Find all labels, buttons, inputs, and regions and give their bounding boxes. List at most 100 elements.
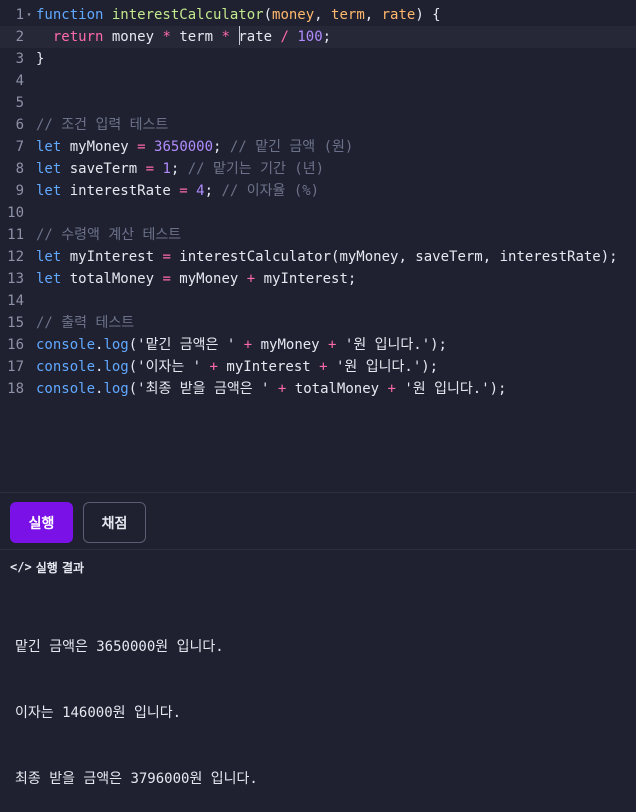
code-line[interactable]: 12 let myInterest = interestCalculator(my… [0, 246, 636, 268]
code-icon: </> [10, 560, 32, 574]
code-token: let [36, 183, 70, 199]
code-token: = [162, 271, 171, 287]
grade-button[interactable]: 채점 [83, 502, 146, 543]
code-token: ('최종 받을 금액은 ' [128, 381, 278, 397]
code-line[interactable]: 18 console.log('최종 받을 금액은 ' + totalMoney … [0, 378, 636, 400]
line-number: 9 [15, 183, 24, 199]
fold-arrow-icon[interactable]: ▾ [24, 4, 34, 26]
code-token: let [36, 271, 70, 287]
code-line[interactable]: 1 ▾ function interestCalculator(money, ter… [0, 4, 636, 26]
line-number: 10 [7, 205, 24, 221]
output-line: 최종 받을 금액은 3796000원 입니다. [15, 771, 258, 787]
line-number: 5 [15, 95, 24, 111]
code-text: function interestCalculator(money, term,… [36, 4, 441, 26]
code-token: 1 [162, 161, 171, 177]
code-token: myMoney [69, 139, 138, 155]
text-cursor [239, 26, 240, 45]
code-token: , [364, 7, 382, 23]
code-token: myMoney [170, 271, 247, 287]
code-token: totalMoney [69, 271, 163, 287]
code-token: money [272, 7, 315, 23]
code-token: // 맡긴 금액 (원) [229, 139, 354, 155]
code-token: // 조건 입력 테스트 [36, 117, 169, 133]
code-token: = [162, 249, 171, 265]
code-line[interactable]: 10 [0, 202, 636, 224]
code-token: ('이자는 ' [128, 359, 210, 375]
code-token: + [319, 359, 328, 375]
code-token: 4 [196, 183, 205, 199]
code-token: + [209, 359, 218, 375]
code-token: console [36, 337, 96, 353]
code-token: myMoney [252, 337, 329, 353]
code-token: let [36, 249, 70, 265]
code-token: myInterest [69, 249, 163, 265]
code-token: = [179, 183, 188, 199]
code-token: // 이자율 (%) [221, 183, 320, 199]
code-token: * [221, 29, 230, 45]
line-number: 6 [15, 117, 24, 133]
code-text: // 출력 테스트 [36, 312, 134, 334]
output-line: 이자는 146000원 입니다. [15, 705, 182, 721]
line-number: 4 [15, 73, 24, 89]
code-text: console.log('맡긴 금액은 ' + myMoney + '원 입니다… [36, 334, 447, 356]
line-number: 14 [7, 293, 24, 309]
code-token: interestRate [69, 183, 180, 199]
code-text: return money * term * rate / 100; [36, 26, 331, 48]
code-token: ; [204, 183, 222, 199]
line-number: 11 [7, 227, 24, 243]
code-token: ; [322, 29, 332, 45]
code-line[interactable]: 3} [0, 48, 636, 70]
code-line[interactable]: 15 // 출력 테스트 [0, 312, 636, 334]
code-line[interactable]: 9 let interestRate = 4; // 이자율 (%) [0, 180, 636, 202]
code-token: = [137, 139, 146, 155]
code-line[interactable]: 4 [0, 70, 636, 92]
code-token: ) { [415, 7, 441, 23]
line-number: 2 [15, 29, 24, 45]
result-output: 맡긴 금액은 3650000원 입니다. 이자는 146000원 입니다. 최종… [15, 592, 615, 812]
code-text: console.log('최종 받을 금액은 ' + totalMoney + … [36, 378, 506, 400]
code-line[interactable]: 5 [0, 92, 636, 114]
code-token: log [103, 359, 129, 375]
code-token: * [162, 29, 171, 45]
code-line[interactable]: 14 [0, 290, 636, 312]
code-text: let myInterest = interestCalculator(myMo… [36, 246, 618, 268]
code-line[interactable]: 13 let totalMoney = myMoney + myInterest; [0, 268, 636, 290]
code-token: term [331, 7, 365, 23]
code-line[interactable]: 11 // 수령액 계산 테스트 [0, 224, 636, 246]
line-number: 7 [15, 139, 24, 155]
code-token: ; [170, 161, 188, 177]
code-line[interactable]: 16 console.log('맡긴 금액은 ' + myMoney + '원 입… [0, 334, 636, 356]
code-token: + [387, 381, 396, 397]
code-token: } [36, 51, 45, 67]
code-token: rate [229, 29, 281, 45]
code-line[interactable]: 6 // 조건 입력 테스트 [0, 114, 636, 136]
line-number: 12 [7, 249, 24, 265]
code-line[interactable]: 17 console.log('이자는 ' + myInterest + '원 입… [0, 356, 636, 378]
line-number: 1 [15, 7, 24, 23]
code-token: saveTerm [69, 161, 146, 177]
code-line[interactable]: 8 let saveTerm = 1; // 맡기는 기간 (년) [0, 158, 636, 180]
code-line[interactable]: 2 return money * term * rate / 100; [0, 26, 636, 48]
code-line[interactable]: 7 let myMoney = 3650000; // 맡긴 금액 (원) [0, 136, 636, 158]
code-token: ('맡긴 금액은 ' [128, 337, 244, 353]
code-text: } [36, 48, 44, 70]
code-token: console [36, 359, 96, 375]
code-token: // 맡기는 기간 (년) [187, 161, 325, 177]
code-text: // 조건 입력 테스트 [36, 114, 168, 136]
code-token: totalMoney [286, 381, 388, 397]
code-editor[interactable]: 1 ▾ function interestCalculator(money, ter… [0, 0, 636, 492]
line-number: 13 [7, 271, 24, 287]
code-token: 3650000 [154, 139, 214, 155]
code-token: ( [263, 7, 273, 23]
line-number: 18 [7, 381, 24, 397]
code-token: '원 입니다.'); [395, 381, 507, 397]
line-number: 15 [7, 315, 24, 331]
result-title: 실행 결과 [35, 560, 85, 575]
code-text: // 수령액 계산 테스트 [36, 224, 181, 246]
code-token: interestCalculator [111, 7, 264, 23]
run-button[interactable]: 실행 [10, 502, 73, 543]
code-token: interestCalculator(myMoney, saveTerm, in… [170, 249, 618, 265]
